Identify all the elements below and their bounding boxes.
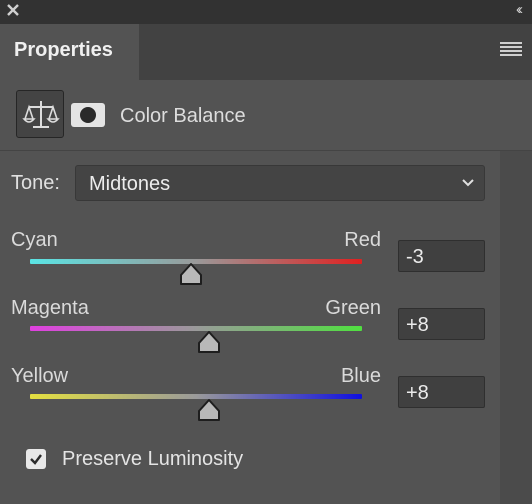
magenta-green-value-field[interactable]: +8 (398, 308, 485, 340)
slider-magenta-label: Magenta (11, 297, 89, 319)
collapse-panel-icon[interactable]: ‹‹ (516, 1, 523, 18)
adjustment-type-button[interactable] (16, 90, 64, 138)
divider (0, 150, 532, 151)
slider-blue-label: Blue (340, 365, 381, 387)
close-icon[interactable] (6, 3, 20, 17)
slider-green-label: Green (325, 297, 381, 319)
tone-label: Tone: (11, 172, 60, 194)
preserve-luminosity-label: Preserve Luminosity (62, 448, 244, 470)
tone-dropdown[interactable]: Midtones (75, 165, 485, 201)
panel-tab-row: Properties (0, 24, 532, 80)
cyan-red-value-field[interactable]: -3 (398, 240, 485, 272)
slider-red-label: Red (344, 229, 381, 251)
balance-scale-icon (22, 101, 60, 128)
yellow-blue-value: +8 (406, 382, 429, 404)
layer-mask-icon[interactable] (70, 102, 106, 128)
slider-cyan-label: Cyan (11, 229, 58, 251)
adjustment-title: Color Balance (120, 105, 246, 127)
panel-top-bar: ‹‹ (0, 0, 532, 24)
scrollbar-track[interactable] (500, 151, 532, 504)
tab-label: Properties (14, 39, 113, 61)
chevron-down-icon (462, 179, 474, 187)
tab-properties[interactable]: Properties (0, 24, 139, 80)
cyan-red-thumb[interactable] (178, 262, 204, 286)
panel-menu-icon[interactable] (500, 42, 522, 56)
cyan-red-value: -3 (406, 246, 424, 268)
magenta-green-thumb[interactable] (196, 330, 222, 354)
preserve-luminosity-checkbox[interactable] (26, 449, 46, 469)
yellow-blue-thumb[interactable] (196, 398, 222, 422)
checkmark-icon (30, 454, 42, 465)
magenta-green-value: +8 (406, 314, 429, 336)
yellow-blue-value-field[interactable]: +8 (398, 376, 485, 408)
slider-yellow-label: Yellow (11, 365, 69, 387)
tone-selected-value: Midtones (89, 173, 171, 195)
adjustment-header: Color Balance (0, 80, 532, 150)
